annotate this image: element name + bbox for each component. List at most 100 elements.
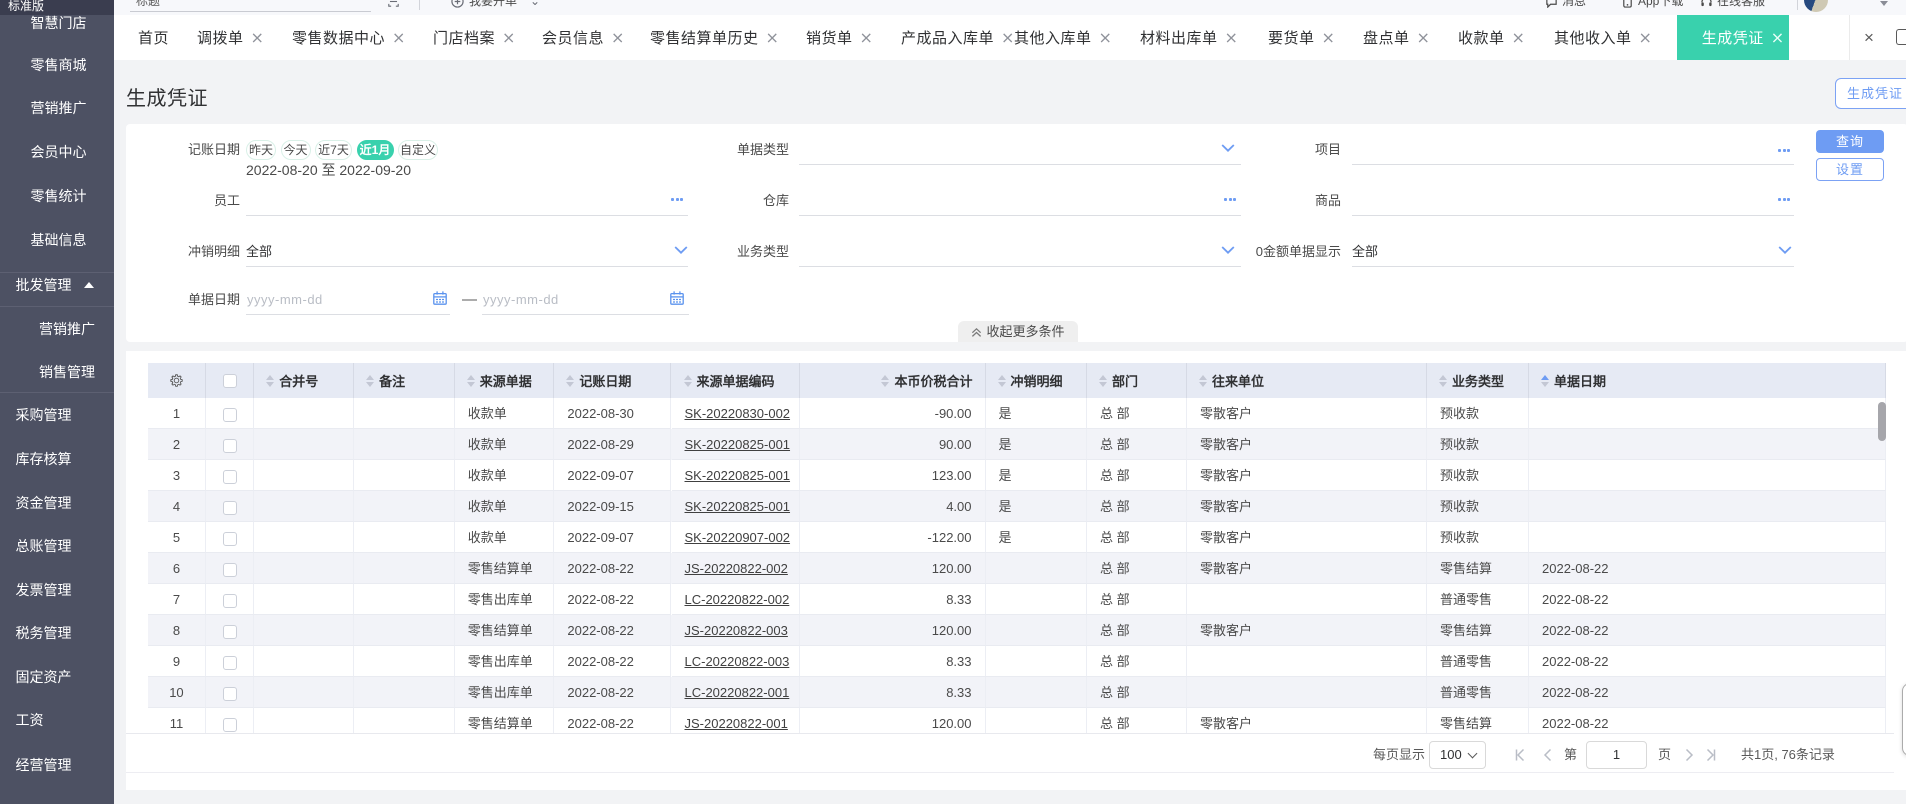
cell-code[interactable]: JS-20220822-003 <box>671 615 800 647</box>
header-cell-merge[interactable]: 合并号 <box>254 363 355 398</box>
cell-code[interactable]: SK-20220825-001 <box>671 429 800 461</box>
sidebar-item-7[interactable]: 批发管理 <box>16 276 72 294</box>
close-icon[interactable]: × <box>1512 28 1525 47</box>
sidebar-item-4[interactable]: 零售统计 <box>31 187 87 205</box>
header-cell-bookdate[interactable]: 记账日期 <box>554 363 672 398</box>
chevron-down-icon[interactable] <box>1880 1 1888 6</box>
source-doc-link[interactable]: SK-20220907-002 <box>685 530 791 545</box>
tab-7[interactable]: 产成品入库单 × <box>901 15 1014 60</box>
source-doc-link[interactable]: JS-20220822-001 <box>685 716 788 731</box>
cell-code[interactable]: SK-20220830-002 <box>671 398 800 430</box>
sidebar-item-10[interactable]: 销售管理 <box>39 363 95 381</box>
close-icon[interactable]: × <box>502 28 515 47</box>
header-cell-writeoff[interactable]: 冲销明细 <box>986 363 1087 398</box>
ellipsis-icon[interactable] <box>1224 193 1236 207</box>
ellipsis-icon[interactable] <box>1778 193 1790 207</box>
pill-yesterday[interactable]: 昨天 <box>246 140 276 160</box>
last-page-icon[interactable] <box>1703 747 1719 763</box>
source-doc-link[interactable]: SK-20220825-001 <box>685 499 791 514</box>
header-cell-amount[interactable]: 本币价税合计 <box>800 363 986 398</box>
close-icon[interactable]: × <box>1225 28 1238 47</box>
table-row-11[interactable]: 11 零售结算单 2022-08-22 JS-20220822-001 120.00 总 … <box>147 708 1886 733</box>
header-cell-code[interactable]: 来源单据编码 <box>672 363 800 398</box>
sidebar-item-3[interactable]: 会员中心 <box>31 143 87 161</box>
table-row-3[interactable]: 3 收款单 2022-09-07 SK-20220825-001 123.00 是总 部零… <box>147 460 1886 492</box>
cell-code[interactable]: SK-20220825-001 <box>671 491 800 523</box>
warehouse-select[interactable] <box>799 214 1241 216</box>
header-cell-src[interactable]: 来源单据 <box>455 363 555 398</box>
tab-14[interactable]: 生成凭证 × <box>1677 15 1789 60</box>
zero-amount-value[interactable]: 全部 <box>1352 243 1378 261</box>
close-icon[interactable]: × <box>1417 28 1430 47</box>
prev-page-icon[interactable] <box>1540 747 1556 763</box>
sidebar-item-14[interactable]: 资金管理 <box>16 494 72 512</box>
vertical-scrollbar[interactable] <box>1877 402 1886 441</box>
source-doc-link[interactable]: LC-20220822-003 <box>685 654 790 669</box>
writeoff-value[interactable]: 全部 <box>246 243 272 261</box>
gear-icon[interactable] <box>169 373 184 388</box>
tab-1[interactable]: 调拨单 × <box>197 15 264 60</box>
table-row-4[interactable]: 4 收款单 2022-09-15 SK-20220825-001 4.00 是总 部零散客… <box>147 491 1886 523</box>
topbar-service[interactable]: 在线客服 <box>1717 0 1765 9</box>
sidebar-item-15[interactable]: 总账管理 <box>16 537 72 555</box>
sort-icon[interactable] <box>1439 374 1447 387</box>
pill-last1month[interactable]: 近1月 <box>356 140 394 160</box>
calendar-icon[interactable] <box>433 291 447 305</box>
row-checkbox[interactable] <box>222 531 237 546</box>
close-all-tabs-button[interactable]: × <box>1854 15 1884 60</box>
table-row-9[interactable]: 9 零售出库单 2022-08-22 LC-20220822-003 8.33 总 部普通… <box>147 646 1886 678</box>
sort-icon[interactable] <box>997 374 1006 387</box>
doc-date-from-input[interactable]: yyyy-mm-dd <box>247 291 323 309</box>
row-checkbox[interactable] <box>222 593 237 608</box>
source-doc-link[interactable]: SK-20220830-002 <box>685 406 791 421</box>
source-doc-link[interactable]: SK-20220825-001 <box>685 468 791 483</box>
header-cell-biztype[interactable]: 业务类型 <box>1427 363 1529 398</box>
tab-list-icon[interactable] <box>1896 29 1906 45</box>
source-doc-link[interactable]: LC-20220822-001 <box>685 685 790 700</box>
new-order-button[interactable]: 我要开单 <box>469 0 517 9</box>
pill-today[interactable]: 今天 <box>280 140 311 160</box>
row-checkbox[interactable] <box>222 655 237 670</box>
close-icon[interactable]: × <box>392 28 405 47</box>
sidebar-item-12[interactable]: 采购管理 <box>16 406 72 424</box>
topbar-app-download[interactable]: App下载 <box>1638 0 1683 9</box>
sidebar-item-18[interactable]: 固定资产 <box>16 668 72 686</box>
sort-icon[interactable] <box>366 374 375 387</box>
source-doc-link[interactable]: SK-20220825-001 <box>685 437 791 452</box>
tab-3[interactable]: 门店档案 × <box>433 15 515 60</box>
sort-icon[interactable] <box>1541 374 1549 387</box>
table-row-7[interactable]: 7 零售出库单 2022-08-22 LC-20220822-002 8.33 总 部普通… <box>147 584 1886 616</box>
cell-code[interactable]: SK-20220907-002 <box>671 522 800 554</box>
close-icon[interactable]: × <box>251 28 264 47</box>
setting-button[interactable]: 设置 <box>1816 158 1884 181</box>
cell-code[interactable]: SK-20220825-001 <box>671 460 800 492</box>
sort-icon[interactable] <box>881 374 890 387</box>
biz-type-select[interactable] <box>799 266 1241 267</box>
sidebar-item-2[interactable]: 营销推广 <box>31 99 87 117</box>
writeoff-select[interactable] <box>246 266 688 267</box>
row-checkbox[interactable] <box>222 500 237 515</box>
chat-icon[interactable] <box>1545 0 1558 8</box>
table-row-10[interactable]: 10 零售出库单 2022-08-22 LC-20220822-001 8.33 总 部普… <box>147 677 1886 709</box>
topbar-message[interactable]: 消息 <box>1562 0 1586 9</box>
avatar[interactable] <box>1804 0 1828 12</box>
tab-13[interactable]: 其他收入单 × <box>1554 15 1652 60</box>
sidebar-item-9[interactable]: 营销推广 <box>39 320 95 338</box>
phone-icon[interactable] <box>1621 0 1634 8</box>
table-row-2[interactable]: 2 收款单 2022-08-29 SK-20220825-001 90.00 是总 部零散… <box>147 429 1886 461</box>
chevron-down-icon[interactable] <box>1221 243 1235 257</box>
sidebar-item-16[interactable]: 发票管理 <box>16 581 72 599</box>
ellipsis-icon[interactable] <box>1778 143 1790 157</box>
cell-code[interactable]: LC-20220822-001 <box>671 677 800 709</box>
select-all-checkbox[interactable] <box>222 373 237 388</box>
cell-code[interactable]: JS-20220822-001 <box>672 708 800 733</box>
tab-8[interactable]: 其他入库单 × <box>1014 15 1112 60</box>
calendar-icon[interactable] <box>670 291 684 305</box>
page-size-select[interactable]: 100 <box>1429 741 1486 769</box>
header-cell-docdate[interactable]: 单据日期 <box>1529 363 1886 398</box>
chevron-down-icon[interactable] <box>1221 141 1235 155</box>
tab-5[interactable]: 零售结算单历史 × <box>650 15 779 60</box>
next-page-icon[interactable] <box>1681 747 1697 763</box>
page-number-input[interactable]: 1 <box>1586 741 1647 769</box>
sort-icon[interactable] <box>1199 374 1207 387</box>
